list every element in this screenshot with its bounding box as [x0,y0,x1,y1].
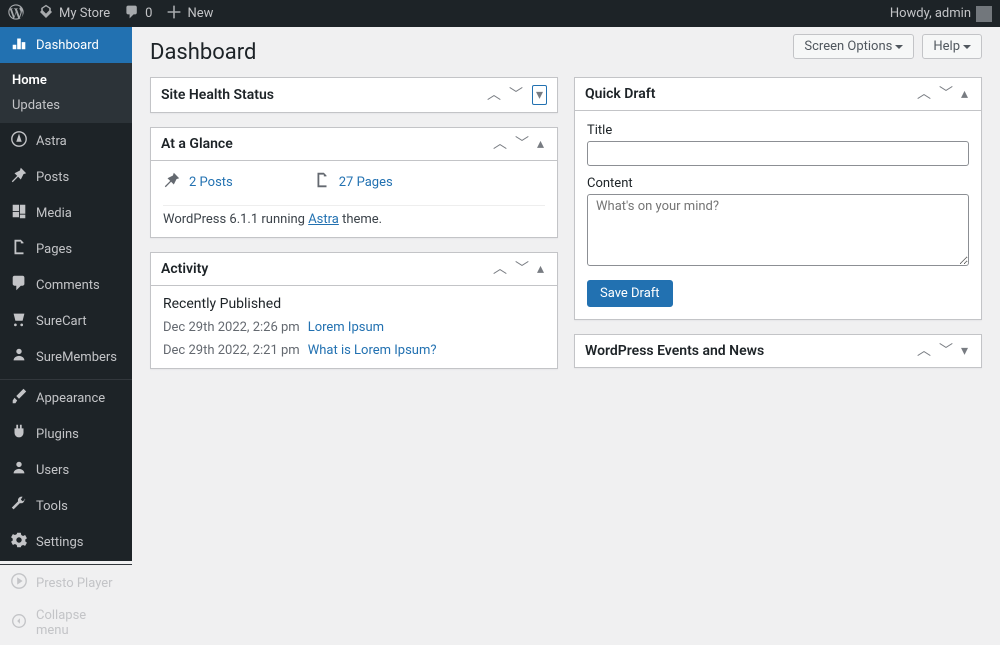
glance-box: At a Glance ︿ ﹀ ▴ 2 Posts 27 Pages WordP… [150,127,558,238]
activity-box: Activity ︿ ﹀ ▴ Recently Published Dec 29… [150,252,558,369]
wrench-icon [10,495,28,517]
astra-icon [10,130,28,152]
quick-draft-box: Quick Draft ︿ ﹀ ▴ Title Cont [574,77,982,320]
avatar [976,6,992,22]
move-down-icon[interactable]: ﹀ [936,85,956,103]
draft-title-label: Title [587,123,969,138]
pages-icon [10,238,28,260]
surecart-icon [10,310,28,332]
menu-astra[interactable]: Astra [0,123,132,159]
pin-icon [10,166,28,188]
menu-surecart[interactable]: SureCart [0,303,132,339]
glance-title: At a Glance [161,136,490,152]
theme-link[interactable]: Astra [308,212,339,227]
menu-dashboard[interactable]: Dashboard [0,27,132,63]
dashboard-icon [10,34,28,56]
draft-content-label: Content [587,176,969,191]
admin-bar: My Store 0 New Howdy, admin [0,0,1000,27]
pages-icon [313,171,331,193]
move-up-icon[interactable]: ︿ [490,135,510,153]
move-down-icon[interactable]: ﹀ [506,86,526,104]
events-news-box: WordPress Events and News ︿ ﹀ ▾ [574,334,982,368]
screen-options-button[interactable]: Screen Options [793,34,914,59]
menu-pages[interactable]: Pages [0,231,132,267]
move-down-icon[interactable]: ﹀ [512,135,532,153]
quick-draft-title: Quick Draft [585,86,914,102]
wp-version-line: WordPress 6.1.1 running Astra theme. [163,205,545,227]
posts-count-link[interactable]: 2 Posts [189,175,233,190]
howdy-account[interactable]: Howdy, admin [890,6,992,22]
menu-suremembers[interactable]: SureMembers [0,339,132,375]
chevron-down-icon [895,45,903,53]
toggle-dropdown[interactable]: ▾ [958,342,971,360]
comments-link[interactable]: 0 [124,4,152,24]
pages-count-link[interactable]: 27 Pages [339,175,393,190]
admin-sidebar: Dashboard Home Updates Astra Posts Media… [0,27,132,561]
menu-settings[interactable]: Settings [0,524,132,560]
menu-plugins[interactable]: Plugins [0,416,132,452]
menu-appearance[interactable]: Appearance [0,380,132,416]
menu-presto[interactable]: Presto Player [0,565,132,601]
page-title: Dashboard [150,32,256,77]
submenu-dashboard: Home Updates [0,63,132,123]
wp-logo[interactable] [8,4,24,24]
settings-icon [10,531,28,553]
site-health-title: Site Health Status [161,87,484,103]
move-up-icon[interactable]: ︿ [484,86,504,104]
brush-icon [10,387,28,409]
plug-icon [10,423,28,445]
move-up-icon[interactable]: ︿ [914,342,934,360]
pin-icon [163,171,181,193]
move-up-icon[interactable]: ︿ [490,260,510,278]
toggle-dropdown[interactable]: ▾ [532,85,547,105]
new-content-link[interactable]: New [166,4,213,24]
site-name-link[interactable]: My Store [38,4,110,24]
submenu-home[interactable]: Home [0,68,132,93]
play-icon [10,572,28,594]
toggle-icon[interactable]: ▴ [534,135,547,153]
media-icon [10,202,28,224]
activity-link[interactable]: Lorem Ipsum [308,320,384,335]
move-up-icon[interactable]: ︿ [914,85,934,103]
menu-posts[interactable]: Posts [0,159,132,195]
main-content: Dashboard Screen Options Help Site Healt… [132,27,1000,561]
activity-title: Activity [161,261,490,277]
comments-count: 0 [145,6,152,21]
submenu-updates[interactable]: Updates [0,93,132,118]
draft-title-input[interactable] [587,141,969,166]
events-news-title: WordPress Events and News [585,343,914,359]
user-icon [10,459,28,481]
activity-row: Dec 29th 2022, 2:21 pmWhat is Lorem Ipsu… [151,339,557,368]
new-label: New [187,6,213,21]
menu-comments[interactable]: Comments [0,267,132,303]
comment-icon [10,274,28,296]
chevron-down-icon [963,45,971,53]
recently-published-heading: Recently Published [151,286,557,316]
collapse-menu[interactable]: Collapse menu [0,601,132,645]
save-draft-button[interactable]: Save Draft [587,280,673,307]
activity-row: Dec 29th 2022, 2:26 pmLorem Ipsum [151,316,557,339]
help-button[interactable]: Help [922,34,982,59]
site-name-text: My Store [59,6,110,21]
menu-users[interactable]: Users [0,452,132,488]
collapse-icon [10,612,28,634]
move-down-icon[interactable]: ﹀ [512,260,532,278]
toggle-icon[interactable]: ▴ [534,260,547,278]
menu-tools[interactable]: Tools [0,488,132,524]
draft-content-textarea[interactable] [587,194,969,266]
activity-link[interactable]: What is Lorem Ipsum? [308,343,437,358]
suremembers-icon [10,346,28,368]
toggle-icon[interactable]: ▴ [958,85,971,103]
site-health-box: Site Health Status ︿ ﹀ ▾ [150,77,558,113]
howdy-text: Howdy, admin [890,6,971,21]
menu-media[interactable]: Media [0,195,132,231]
move-down-icon[interactable]: ﹀ [936,342,956,360]
